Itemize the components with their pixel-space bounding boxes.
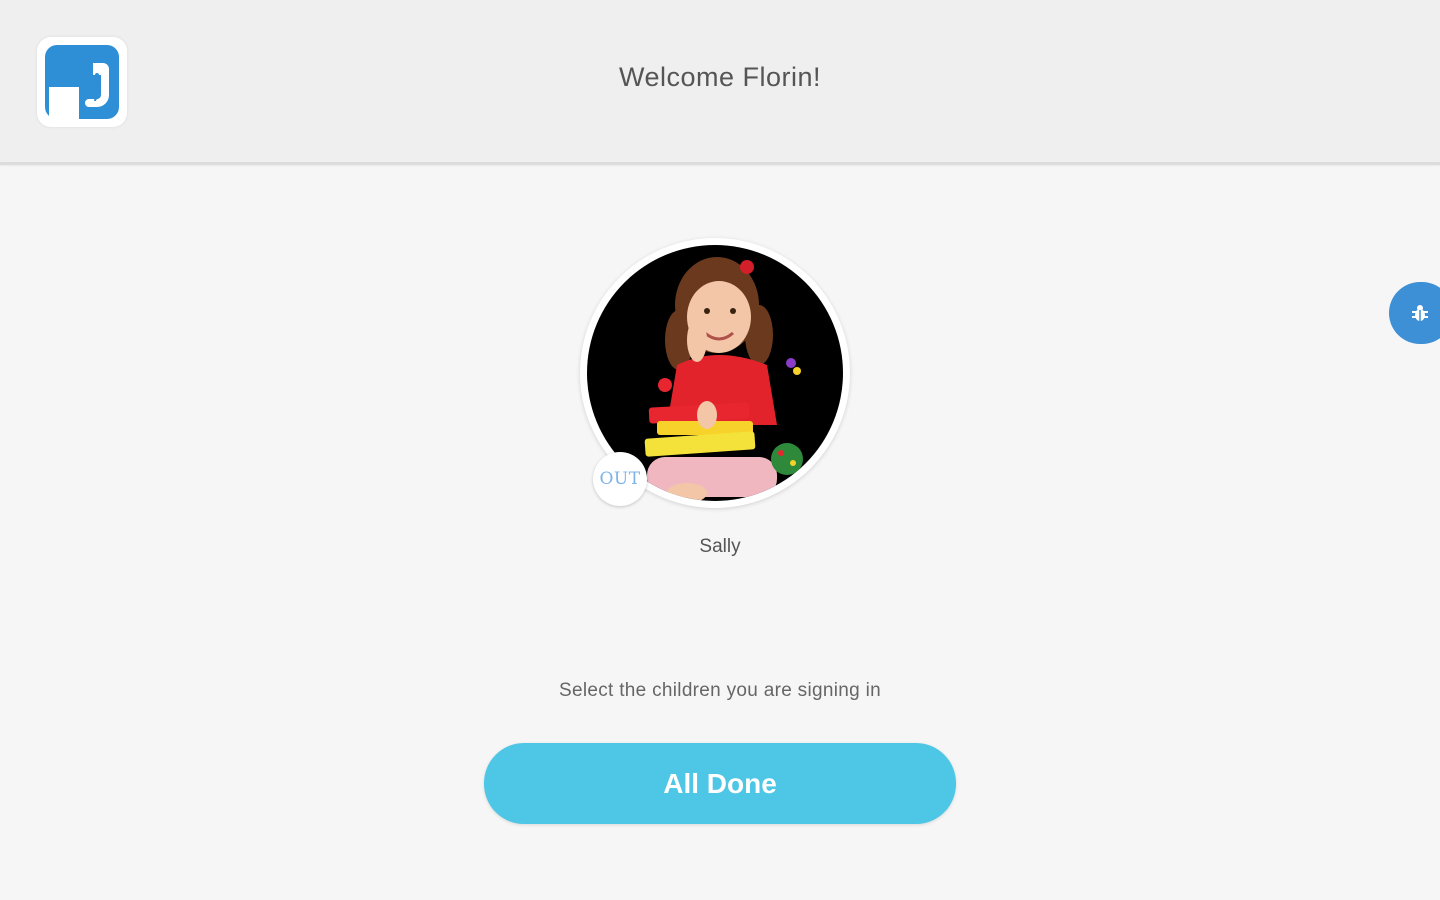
welcome-title: Welcome Florin! <box>618 62 822 92</box>
status-badge: OUT <box>593 452 647 506</box>
instruction-text: Select the children you are signing in <box>559 680 881 701</box>
all-done-button[interactable]: All Done <box>484 743 956 824</box>
bug-icon <box>1412 305 1428 321</box>
child-card: OUT <box>580 238 862 520</box>
child-name: Sally <box>699 536 741 557</box>
app-header: Welcome Florin! <box>0 0 1440 165</box>
bug-report-button[interactable] <box>1389 282 1440 344</box>
